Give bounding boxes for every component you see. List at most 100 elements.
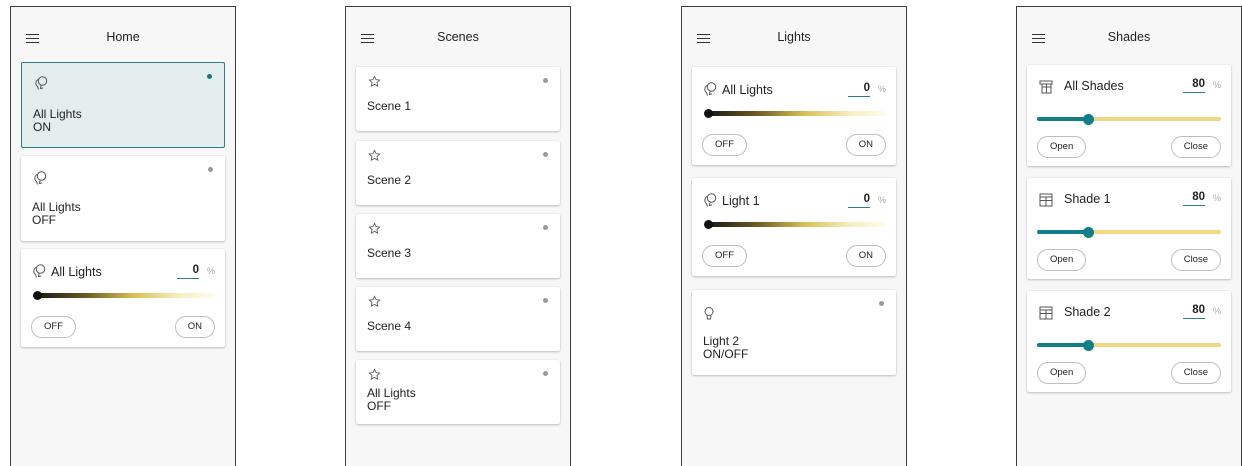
app-bar: Shades: [1017, 7, 1241, 59]
dimmer-slider-track[interactable]: [706, 222, 886, 227]
shade-card-shade-1: Shade 1 80 % Open Close: [1027, 178, 1231, 279]
status-dot: [543, 152, 548, 157]
open-button[interactable]: Open: [1037, 362, 1087, 384]
off-button[interactable]: OFF: [702, 134, 747, 156]
scene-name: Scene 3: [367, 246, 412, 260]
shade-icon: [1039, 306, 1053, 320]
scene-card-all-lights-off[interactable]: All Lights OFF: [356, 360, 560, 424]
status-dot: [543, 225, 548, 230]
level-input[interactable]: 0: [848, 193, 870, 208]
lights-screen: Lights All Lights 0 % OFF ON Light 1 0 %…: [681, 6, 907, 466]
star-outline-icon: [368, 149, 381, 162]
page-title: Scenes: [437, 30, 479, 44]
star-outline-icon: [368, 295, 381, 308]
dimmer-slider-thumb[interactable]: [704, 109, 713, 118]
status-dot: [879, 301, 884, 306]
dimmer-slider-thumb[interactable]: [704, 220, 713, 229]
scene-name: Scene 4: [367, 319, 412, 333]
off-button[interactable]: OFF: [702, 245, 747, 267]
page-title: Home: [106, 30, 140, 44]
shade-slider-fill: [1037, 117, 1089, 121]
stacked-shade-icon: [1039, 80, 1053, 94]
level-input[interactable]: 80: [1183, 304, 1205, 319]
close-button[interactable]: Close: [1170, 136, 1221, 158]
on-button[interactable]: ON: [845, 134, 886, 156]
open-button[interactable]: Open: [1037, 136, 1087, 158]
card-state: ON: [33, 120, 51, 134]
app-bar: Home: [11, 7, 235, 59]
scene-card-all-lights-off[interactable]: All Lights OFF: [21, 156, 225, 241]
dimmer-card-all-lights: All Lights 0 % OFF ON: [21, 249, 225, 347]
percent-unit: %: [877, 84, 886, 94]
status-dot: [208, 167, 213, 172]
shade-slider-thumb[interactable]: [1083, 227, 1095, 238]
app-bar: Lights: [682, 7, 906, 59]
percent-unit: %: [1212, 306, 1221, 316]
status-dot: [543, 371, 548, 376]
dimmer-slider-track[interactable]: [706, 111, 886, 116]
on-button[interactable]: ON: [845, 245, 886, 267]
dimmer-slider-thumb[interactable]: [33, 291, 42, 300]
card-state: OFF: [32, 213, 56, 227]
star-outline-icon: [368, 368, 381, 381]
page-title: Lights: [777, 30, 811, 44]
shade-card-all-shades: All Shades 80 % Open Close: [1027, 65, 1231, 166]
shade-slider-fill: [1037, 343, 1089, 347]
switch-card-light-2[interactable]: Light 2 ON/OFF: [692, 290, 896, 375]
status-dot: [543, 78, 548, 83]
close-button[interactable]: Close: [1170, 249, 1221, 271]
level-input[interactable]: 0: [848, 82, 870, 97]
dimmer-card-all-lights: All Lights 0 % OFF ON: [692, 67, 896, 165]
app-bar: Scenes: [346, 7, 570, 59]
scene-state: OFF: [367, 399, 391, 413]
percent-unit: %: [1212, 80, 1221, 90]
card-label: All Shades: [1064, 79, 1124, 93]
shade-icon: [1039, 193, 1053, 207]
scene-card-all-lights-on[interactable]: All Lights ON: [21, 62, 225, 148]
percent-unit: %: [877, 195, 886, 205]
dimmer-card-light-1: Light 1 0 % OFF ON: [692, 178, 896, 276]
scene-name: Scene 1: [367, 99, 412, 113]
double-bulb-icon: [32, 170, 48, 186]
status-dot: [543, 298, 548, 303]
double-bulb-icon: [33, 75, 49, 91]
hamburger-menu-icon[interactable]: [26, 34, 39, 44]
close-button[interactable]: Close: [1170, 362, 1221, 384]
double-bulb-icon: [702, 81, 718, 97]
card-label: All Lights: [51, 265, 102, 279]
scene-card-2[interactable]: Scene 2: [356, 141, 560, 205]
star-outline-icon: [368, 222, 381, 235]
home-screen: Home All Lights ON All Lights OFF All Li…: [10, 6, 236, 466]
scenes-screen: Scenes Scene 1 Scene 2 Scene 3 Scene 4 A…: [345, 6, 571, 466]
on-button[interactable]: ON: [174, 316, 215, 338]
hamburger-menu-icon[interactable]: [697, 34, 710, 44]
scene-card-1[interactable]: Scene 1: [356, 67, 560, 131]
double-bulb-icon: [702, 192, 718, 208]
shade-slider-thumb[interactable]: [1083, 340, 1095, 351]
card-state: ON/OFF: [703, 347, 749, 361]
card-label: Shade 2: [1064, 305, 1111, 319]
double-bulb-icon: [31, 263, 47, 279]
page-title: Shades: [1107, 30, 1151, 44]
level-input[interactable]: 80: [1183, 191, 1205, 206]
hamburger-menu-icon[interactable]: [361, 34, 374, 44]
off-button[interactable]: OFF: [31, 316, 76, 338]
scene-card-4[interactable]: Scene 4: [356, 287, 560, 351]
hamburger-menu-icon[interactable]: [1032, 34, 1045, 44]
level-input[interactable]: 0: [177, 264, 199, 279]
level-input[interactable]: 80: [1183, 78, 1205, 93]
scene-name: Scene 2: [367, 173, 412, 187]
scene-card-3[interactable]: Scene 3: [356, 214, 560, 278]
percent-unit: %: [206, 266, 215, 276]
dimmer-slider-track[interactable]: [35, 293, 215, 298]
card-label: Shade 1: [1064, 192, 1111, 206]
shade-card-shade-2: Shade 2 80 % Open Close: [1027, 291, 1231, 392]
card-label: All Lights: [722, 83, 773, 97]
open-button[interactable]: Open: [1037, 249, 1087, 271]
status-dot: [207, 74, 212, 79]
star-outline-icon: [368, 75, 381, 88]
card-label: Light 1: [722, 194, 760, 208]
shade-slider-fill: [1037, 230, 1089, 234]
bulb-icon: [703, 306, 715, 321]
shade-slider-thumb[interactable]: [1083, 114, 1095, 125]
